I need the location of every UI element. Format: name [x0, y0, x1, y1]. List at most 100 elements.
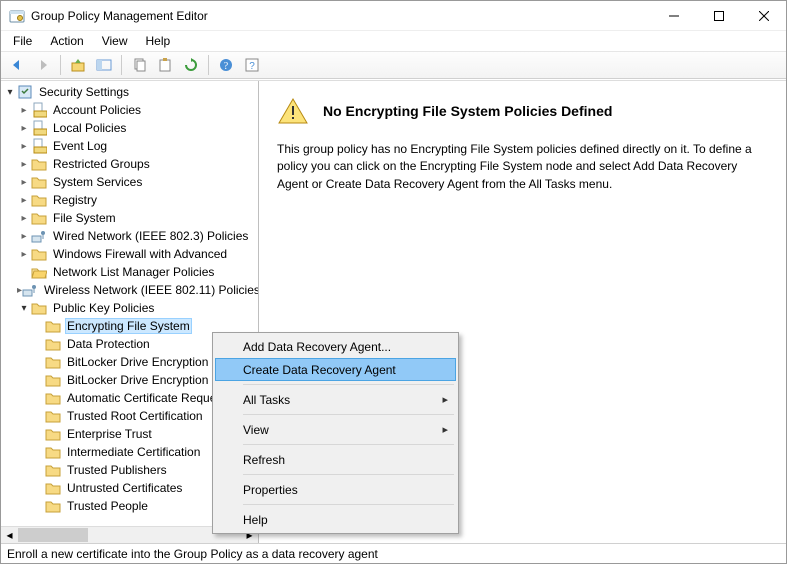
window-title: Group Policy Management Editor: [31, 9, 208, 23]
tree-node[interactable]: ▸ File System: [1, 209, 258, 227]
tree-node[interactable]: ▸ Wired Network (IEEE 802.3) Policies: [1, 227, 258, 245]
expand-icon[interactable]: ▾: [3, 87, 17, 98]
context-menu-separator: [243, 384, 454, 385]
folder-icon: [45, 390, 61, 406]
help-blue-icon[interactable]: ?: [214, 54, 238, 76]
tree-node-label: Public Key Policies: [51, 300, 156, 316]
tree-node-label: Trusted People: [65, 498, 150, 514]
expand-icon[interactable]: ▸: [17, 105, 31, 116]
tree-node[interactable]: ▸ System Services: [1, 173, 258, 191]
expand-icon[interactable]: ▸: [17, 249, 31, 260]
minimize-button[interactable]: [651, 1, 696, 30]
folder-icon: [45, 336, 61, 352]
tree-node-label: File System: [51, 210, 118, 226]
tree-node[interactable]: ▸Restricted Groups: [1, 155, 258, 173]
tree-node-label: System Services: [51, 174, 144, 190]
folder-icon: [31, 174, 47, 190]
context-menu: Add Data Recovery Agent...Create Data Re…: [212, 332, 459, 534]
svg-text:?: ?: [224, 61, 229, 72]
folder-icon: [31, 210, 47, 226]
folder-open-icon: [31, 264, 47, 280]
menu-bar: File Action View Help: [1, 31, 786, 51]
show-hide-tree-icon[interactable]: [92, 54, 116, 76]
tree-node-label: Local Policies: [51, 120, 128, 136]
tree-node[interactable]: ▸Event Log: [1, 137, 258, 155]
content-heading: No Encrypting File System Policies Defin…: [323, 103, 612, 119]
status-bar: Enroll a new certificate into the Group …: [1, 543, 786, 563]
context-menu-separator: [243, 504, 454, 505]
tree-node-label: Security Settings: [37, 84, 131, 100]
toolbar-separator: [121, 55, 122, 75]
context-menu-item[interactable]: Create Data Recovery Agent: [215, 358, 456, 381]
tree-node-label: Account Policies: [51, 102, 143, 118]
tree-node-label: Enterprise Trust: [65, 426, 154, 442]
expand-icon[interactable]: ▸: [17, 177, 31, 188]
folder-icon: [45, 318, 61, 334]
paste-icon[interactable]: [153, 54, 177, 76]
folder-icon: [45, 480, 61, 496]
context-menu-item[interactable]: Properties: [215, 478, 456, 501]
tree-node-label: Wired Network (IEEE 802.3) Policies: [51, 228, 250, 244]
context-menu-item[interactable]: All Tasks: [215, 388, 456, 411]
menu-view[interactable]: View: [94, 32, 136, 50]
up-folder-icon[interactable]: [66, 54, 90, 76]
context-menu-item[interactable]: Refresh: [215, 448, 456, 471]
expand-icon[interactable]: ▸: [17, 195, 31, 206]
folder-icon: [45, 498, 61, 514]
folder-icon: [45, 372, 61, 388]
menu-help[interactable]: Help: [138, 32, 179, 50]
tree-node[interactable]: ▸ Account Policies: [1, 101, 258, 119]
tree-node[interactable]: ▸ Local Policies: [1, 119, 258, 137]
context-menu-separator: [243, 414, 454, 415]
content-body: This group policy has no Encrypting File…: [277, 141, 757, 193]
app-icon: [9, 8, 25, 24]
tree-node-label: Automatic Certificate Request: [65, 390, 228, 406]
help-toggle-icon[interactable]: ?: [240, 54, 264, 76]
back-arrow-icon[interactable]: [5, 54, 29, 76]
policy-icon: [31, 138, 47, 154]
toolbar: ? ?: [1, 51, 786, 79]
expand-icon[interactable]: ▾: [17, 303, 31, 314]
expand-icon[interactable]: ▸: [17, 159, 31, 170]
tree-node-public-key-policies[interactable]: ▾ Public Key Policies: [1, 299, 258, 317]
tree-node[interactable]: Network List Manager Policies: [1, 263, 258, 281]
net-icon: [31, 228, 47, 244]
policy-icon: [31, 102, 47, 118]
tree-node-label: Encrypting File System: [65, 318, 192, 334]
context-menu-separator: [243, 444, 454, 445]
tree-node[interactable]: ▸Registry: [1, 191, 258, 209]
menu-file[interactable]: File: [5, 32, 40, 50]
toolbar-separator: [60, 55, 61, 75]
context-menu-item[interactable]: Help: [215, 508, 456, 531]
scroll-thumb[interactable]: [18, 528, 88, 542]
net-icon: [22, 282, 38, 298]
maximize-button[interactable]: [696, 1, 741, 30]
expand-icon[interactable]: ▸: [17, 123, 31, 134]
tree-node-label: Intermediate Certification: [65, 444, 202, 460]
folder-icon: [45, 462, 61, 478]
menu-action[interactable]: Action: [42, 32, 91, 50]
tree-node-label: Data Protection: [65, 336, 152, 352]
copy-icon[interactable]: [127, 54, 151, 76]
expand-icon[interactable]: ▸: [17, 141, 31, 152]
tree-node[interactable]: ▸Wireless Network (IEEE 802.11) Policies: [1, 281, 258, 299]
folder-icon: [31, 300, 47, 316]
tree-root[interactable]: ▾ Security Settings: [1, 83, 258, 101]
toolbar-separator: [208, 55, 209, 75]
refresh-icon[interactable]: [179, 54, 203, 76]
context-menu-separator: [243, 474, 454, 475]
tree-node-label: Windows Firewall with Advanced: [51, 246, 229, 262]
close-button[interactable]: [741, 1, 786, 30]
folder-icon: [31, 246, 47, 262]
expand-icon[interactable]: ▸: [17, 213, 31, 224]
forward-arrow-icon[interactable]: [31, 54, 55, 76]
expand-icon[interactable]: ▸: [17, 231, 31, 242]
context-menu-item[interactable]: View: [215, 418, 456, 441]
tree-node-label: Network List Manager Policies: [51, 264, 216, 280]
context-menu-item[interactable]: Add Data Recovery Agent...: [215, 335, 456, 358]
status-text: Enroll a new certificate into the Group …: [7, 547, 378, 561]
tree-node-label: Wireless Network (IEEE 802.11) Policies: [42, 282, 258, 298]
scroll-left-icon[interactable]: ◂: [1, 527, 18, 543]
folder-icon: [45, 444, 61, 460]
tree-node[interactable]: ▸ Windows Firewall with Advanced: [1, 245, 258, 263]
